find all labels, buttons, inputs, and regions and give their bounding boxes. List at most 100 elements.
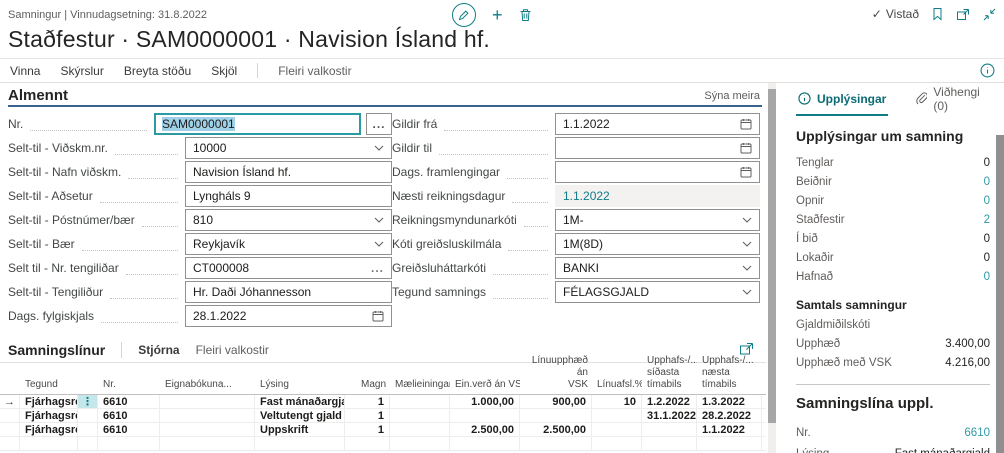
adsetur-input[interactable]: Lyngháls 9 <box>185 185 392 207</box>
chevron-down-icon[interactable] <box>742 289 752 295</box>
edit-button[interactable] <box>452 3 476 27</box>
naesti-reikningsdagur-field: 1.1.2022 <box>555 185 760 207</box>
dotted-leader <box>508 237 548 251</box>
cell-tegund[interactable]: Fjárhagsreik... <box>20 395 78 408</box>
cell-sidasta[interactable] <box>642 423 697 436</box>
vidskm-nr-input[interactable]: 10000 <box>185 137 392 159</box>
cell-magn[interactable]: 1 <box>345 409 390 422</box>
delete-button[interactable] <box>519 8 532 22</box>
lines-more-options[interactable]: Fleiri valkostir <box>196 343 269 357</box>
info-button[interactable] <box>980 63 995 78</box>
cell-eignabokun[interactable] <box>160 409 255 422</box>
col-nr[interactable]: Nr. <box>98 379 160 394</box>
cell-einverd[interactable]: 2.500,00 <box>450 423 520 436</box>
main-scrollbar[interactable] <box>768 83 776 453</box>
dags-framlengingar-input[interactable] <box>555 161 760 183</box>
cell-eignabokun[interactable] <box>160 423 255 436</box>
cell-linuupphaed[interactable] <box>520 409 592 422</box>
cell-eignabokun[interactable] <box>160 395 255 408</box>
nafn-vidskm-input[interactable]: Navision Ísland hf. <box>185 161 392 183</box>
dags-fylgiskjals-input[interactable]: 28.1.2022 <box>185 305 392 327</box>
cell-naesta[interactable]: 1.3.2022 <box>697 395 762 408</box>
assist-edit-button[interactable]: ... <box>366 113 392 135</box>
nr-tengilidar-input[interactable]: CT000008... <box>185 257 392 279</box>
menu-skjol[interactable]: Skjöl <box>211 64 237 78</box>
gildir-til-input[interactable] <box>555 137 760 159</box>
calendar-icon[interactable] <box>740 142 752 154</box>
cell-magn[interactable]: 1 <box>345 423 390 436</box>
chevron-down-icon[interactable] <box>374 145 384 151</box>
action-bar: Vinna Skýrslur Breyta stöðu Skjöl Fleiri… <box>0 58 1004 83</box>
popout-icon <box>956 8 970 21</box>
cell-magn[interactable]: 1 <box>345 395 390 408</box>
cell-linuupphaed[interactable]: 900,00 <box>520 395 592 408</box>
cell-maelieining[interactable] <box>390 409 450 422</box>
calendar-icon[interactable] <box>740 166 752 178</box>
calendar-icon[interactable] <box>740 118 752 130</box>
menu-vinna[interactable]: Vinna <box>10 64 40 78</box>
cell-lysing[interactable]: Veltutengt gjald <box>255 409 345 422</box>
cell-nr[interactable]: 6610 <box>98 423 160 436</box>
cell-nr[interactable]: 6610 <box>98 395 160 408</box>
section-title-almennt: Almennt <box>8 87 68 104</box>
col-magn[interactable]: Magn <box>345 379 390 394</box>
chevron-down-icon[interactable] <box>374 241 384 247</box>
bookmark-button[interactable] <box>932 7 943 21</box>
collapse-button[interactable] <box>983 8 996 21</box>
tegund-samnings-input[interactable]: FÉLAGSGJALD <box>555 281 760 303</box>
chevron-down-icon[interactable] <box>742 265 752 271</box>
field-vidskm-nr: Selt-til - Viðskm.nr. 10000 <box>8 136 392 160</box>
ellipsis-icon[interactable]: ... <box>371 266 384 271</box>
cell-naesta[interactable]: 28.2.2022 <box>697 409 762 422</box>
cell-tegund[interactable]: Fjárhagsreik... <box>20 423 78 436</box>
koti-greidsluskilmala-input[interactable]: 1M(8D) <box>555 233 760 255</box>
cell-sidasta[interactable]: 1.2.2022 <box>642 395 697 408</box>
col-linuafsl[interactable]: Línuafsl.% <box>592 379 642 394</box>
main-scrollbar-thumb[interactable] <box>768 89 776 423</box>
menu-skyrslur[interactable]: Skýrslur <box>60 64 103 78</box>
cell-linuupphaed[interactable]: 2.500,00 <box>520 423 592 436</box>
field-reikningsmyndunarkoti: Reikningsmyndunarkóti 1M- <box>392 208 760 232</box>
greidsluhattarkoti-input[interactable]: BANKI <box>555 257 760 279</box>
col-tegund[interactable]: Tegund <box>20 379 98 394</box>
baer-input[interactable]: Reykjavík <box>185 233 392 255</box>
cell-naesta[interactable]: 1.1.2022 <box>697 423 762 436</box>
show-more-link[interactable]: Sýna meira <box>704 90 760 102</box>
chevron-down-icon[interactable] <box>742 241 752 247</box>
reikningsmyndunarkoti-input[interactable]: 1M- <box>555 209 760 231</box>
dotted-leader <box>493 261 548 275</box>
cell-linuafsl[interactable] <box>592 423 642 436</box>
lines-manage-menu[interactable]: Stjórna <box>138 343 179 357</box>
cell-nr[interactable]: 6610 <box>98 409 160 422</box>
gildir-fra-input[interactable]: 1.1.2022 <box>555 113 760 135</box>
factbox-scrollbar-thumb[interactable] <box>996 135 1004 453</box>
tengilidur-input[interactable]: Hr. Daði Jóhannesson <box>185 281 392 303</box>
cell-tegund[interactable]: Fjárhagsreik... <box>20 409 78 422</box>
col-einverd[interactable]: Ein.verð án VSK <box>450 379 520 394</box>
calendar-icon[interactable] <box>372 310 384 322</box>
open-in-new-window-button[interactable] <box>956 8 970 21</box>
chevron-down-icon[interactable] <box>374 217 384 223</box>
tab-vidhengi[interactable]: Viðhengi (0) <box>914 83 990 116</box>
cell-lysing[interactable]: Uppskrift <box>255 423 345 436</box>
tab-upplysingar[interactable]: Upplýsingar <box>796 83 888 116</box>
cell-einverd[interactable] <box>450 409 520 422</box>
cell-einverd[interactable]: 1.000,00 <box>450 395 520 408</box>
cell-maelieining[interactable] <box>390 423 450 436</box>
cell-sidasta[interactable]: 31.1.2022 <box>642 409 697 422</box>
col-maelieiningar[interactable]: Mælieiningar... <box>390 379 450 394</box>
cell-maelieining[interactable] <box>390 395 450 408</box>
menu-more-options[interactable]: Fleiri valkostir <box>278 64 351 78</box>
cell-linuafsl[interactable]: 10 <box>592 395 642 408</box>
postnumer-input[interactable]: 810 <box>185 209 392 231</box>
new-button[interactable]: + <box>492 6 503 24</box>
menu-breyta-stodu[interactable]: Breyta stöðu <box>124 64 191 78</box>
cell-lysing[interactable]: Fast mánaðargjald <box>255 395 345 408</box>
col-eignabokun[interactable]: Eignabókuna... <box>160 379 255 394</box>
col-lysing[interactable]: Lýsing <box>255 379 345 394</box>
nr-input[interactable]: SAM0000001 <box>154 113 361 135</box>
row-menu-icon[interactable]: ⋮ <box>78 395 98 408</box>
cell-linuafsl[interactable] <box>592 409 642 422</box>
open-in-excel-button[interactable] <box>739 342 754 356</box>
chevron-down-icon[interactable] <box>742 217 752 223</box>
